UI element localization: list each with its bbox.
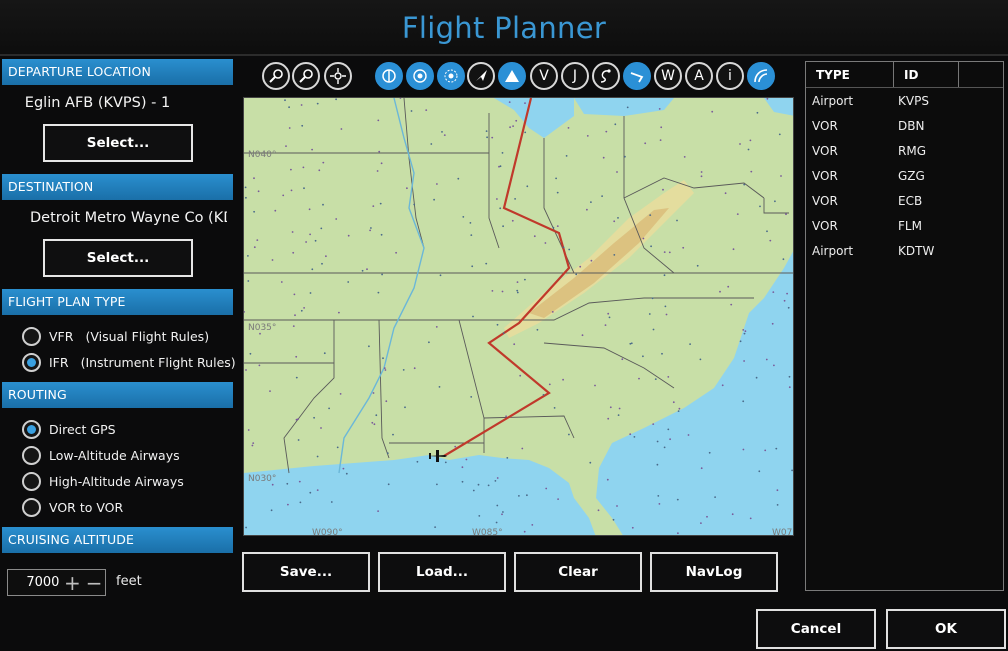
low-altitude-radio[interactable] — [22, 445, 41, 465]
lon-label-85: W085° — [472, 528, 503, 536]
lon-label-80: W07 — [772, 528, 792, 536]
altitude-unit: feet — [116, 574, 142, 589]
cancel-button[interactable]: Cancel — [756, 609, 876, 649]
waypoint-type: VOR — [812, 193, 838, 208]
waypoint-id: KVPS — [898, 93, 929, 108]
vor-to-vor-label: VOR to VOR — [49, 499, 124, 515]
waypoint-id: FLM — [898, 218, 922, 233]
altitude-stepper[interactable]: 7000 + − — [7, 569, 106, 596]
waypoint-row[interactable]: VOR RMG — [806, 138, 1003, 163]
vfr-option[interactable]: VFR (Visual Flight Rules) — [22, 325, 209, 347]
info-icon[interactable]: i — [716, 62, 744, 90]
waypoint-row[interactable]: VOR GZG — [806, 163, 1003, 188]
ifr-label: IFR — [49, 354, 69, 370]
altitude-input[interactable]: 7000 — [8, 575, 61, 590]
routing-option-low-altitude[interactable]: Low-Altitude Airways — [22, 444, 180, 466]
vfr-sub-label: (Visual Flight Rules) — [85, 328, 210, 344]
vfr-radio[interactable] — [22, 326, 41, 346]
departure-header: DEPARTURE LOCATION — [2, 59, 233, 85]
waypoint-row[interactable]: VOR ECB — [806, 188, 1003, 213]
destination-header: DESTINATION — [2, 174, 233, 200]
high-altitude-radio[interactable] — [22, 471, 41, 491]
waypoint-row[interactable]: VOR DBN — [806, 113, 1003, 138]
destination-select-button[interactable]: Select... — [43, 239, 193, 277]
jet-airway-icon[interactable]: J — [561, 62, 589, 90]
route-icon[interactable] — [592, 62, 620, 90]
altitude-icon[interactable]: A — [685, 62, 713, 90]
ifr-sub-label: (Instrument Flight Rules) — [80, 354, 236, 370]
waypoint-id: KDTW — [898, 243, 935, 258]
ifr-option[interactable]: IFR (Instrument Flight Rules) — [22, 351, 236, 373]
waypoint-type: Airport — [812, 243, 854, 258]
vor-to-vor-radio[interactable] — [22, 497, 41, 517]
waypoint-row[interactable]: VOR FLM — [806, 213, 1003, 238]
save-button[interactable]: Save... — [242, 552, 370, 592]
lon-label-90: W090° — [312, 528, 343, 536]
navlog-button[interactable]: NavLog — [650, 552, 778, 592]
routing-header: ROUTING — [2, 382, 233, 408]
terrain-icon[interactable] — [747, 62, 775, 90]
altitude-decrement-button[interactable]: − — [83, 572, 105, 594]
ndb-filter-icon[interactable] — [437, 62, 465, 90]
lat-label-40: N040° — [248, 150, 276, 160]
altitude-increment-button[interactable]: + — [61, 572, 83, 594]
waypoint-type: VOR — [812, 118, 838, 133]
waypoint-filter-icon[interactable] — [498, 62, 526, 90]
waypoint-rows: Airport KVPS VOR DBN VOR RMG VOR GZG VOR ECB VOR FL… — [806, 88, 1003, 263]
ok-button[interactable]: OK — [886, 609, 1006, 649]
direct-gps-radio[interactable] — [22, 419, 41, 439]
waypoint-table-header: TYPE ID — [806, 62, 1003, 88]
center-map-icon[interactable] — [324, 62, 352, 90]
lat-label-35: N035° — [248, 323, 276, 333]
column-type[interactable]: TYPE — [806, 62, 894, 87]
departure-location: Eglin AFB (KVPS) - 1 — [24, 95, 171, 111]
waypoint-id: RMG — [898, 143, 926, 158]
waypoint-type: VOR — [812, 218, 838, 233]
clear-button[interactable]: Clear — [514, 552, 642, 592]
waypoint-row[interactable]: Airport KDTW — [806, 238, 1003, 263]
flight-path-icon[interactable] — [623, 62, 651, 90]
waypoint-type: Airport — [812, 93, 854, 108]
victor-airway-icon[interactable]: V — [530, 62, 558, 90]
window-title: Flight Planner — [401, 11, 607, 45]
waypoint-type: VOR — [812, 168, 838, 183]
aircraft-icon[interactable] — [467, 62, 495, 90]
waypoint-id: DBN — [898, 118, 925, 133]
column-id[interactable]: ID — [894, 62, 959, 87]
weather-icon[interactable]: W — [654, 62, 682, 90]
direct-gps-label: Direct GPS — [49, 421, 116, 437]
flight-plan-type-header: FLIGHT PLAN TYPE — [2, 289, 233, 315]
routing-option-high-altitude[interactable]: High-Altitude Airways — [22, 470, 184, 492]
map-canvas[interactable]: N040° N035° N030° W090° W085° W07 — [244, 98, 794, 536]
waypoint-list: TYPE ID Airport KVPS VOR DBN VOR RMG VOR GZG VOR… — [805, 61, 1004, 591]
high-altitude-label: High-Altitude Airways — [49, 473, 184, 489]
cruising-altitude-header: CRUISING ALTITUDE — [2, 527, 233, 553]
waypoint-id: GZG — [898, 168, 925, 183]
lat-label-30: N030° — [248, 474, 276, 484]
airport-filter-icon[interactable] — [375, 62, 403, 90]
low-altitude-label: Low-Altitude Airways — [49, 447, 180, 463]
waypoint-row[interactable]: Airport KVPS — [806, 88, 1003, 113]
waypoint-id: ECB — [898, 193, 923, 208]
vfr-label: VFR — [49, 328, 74, 344]
ifr-radio[interactable] — [22, 352, 41, 372]
vor-filter-icon[interactable] — [406, 62, 434, 90]
routing-option-direct-gps[interactable]: Direct GPS — [22, 418, 116, 440]
title-divider — [0, 54, 1008, 56]
waypoint-type: VOR — [812, 143, 838, 158]
zoom-out-icon[interactable] — [292, 62, 320, 90]
title-bar: Flight Planner — [0, 0, 1008, 56]
load-button[interactable]: Load... — [378, 552, 506, 592]
routing-option-vor-to-vor[interactable]: VOR to VOR — [22, 496, 123, 518]
destination-location: Detroit Metro Wayne Co (KD... — [30, 210, 227, 226]
zoom-in-icon[interactable] — [262, 62, 290, 90]
map-view[interactable]: N040° N035° N030° W090° W085° W07 — [243, 97, 794, 536]
departure-select-button[interactable]: Select... — [43, 124, 193, 162]
